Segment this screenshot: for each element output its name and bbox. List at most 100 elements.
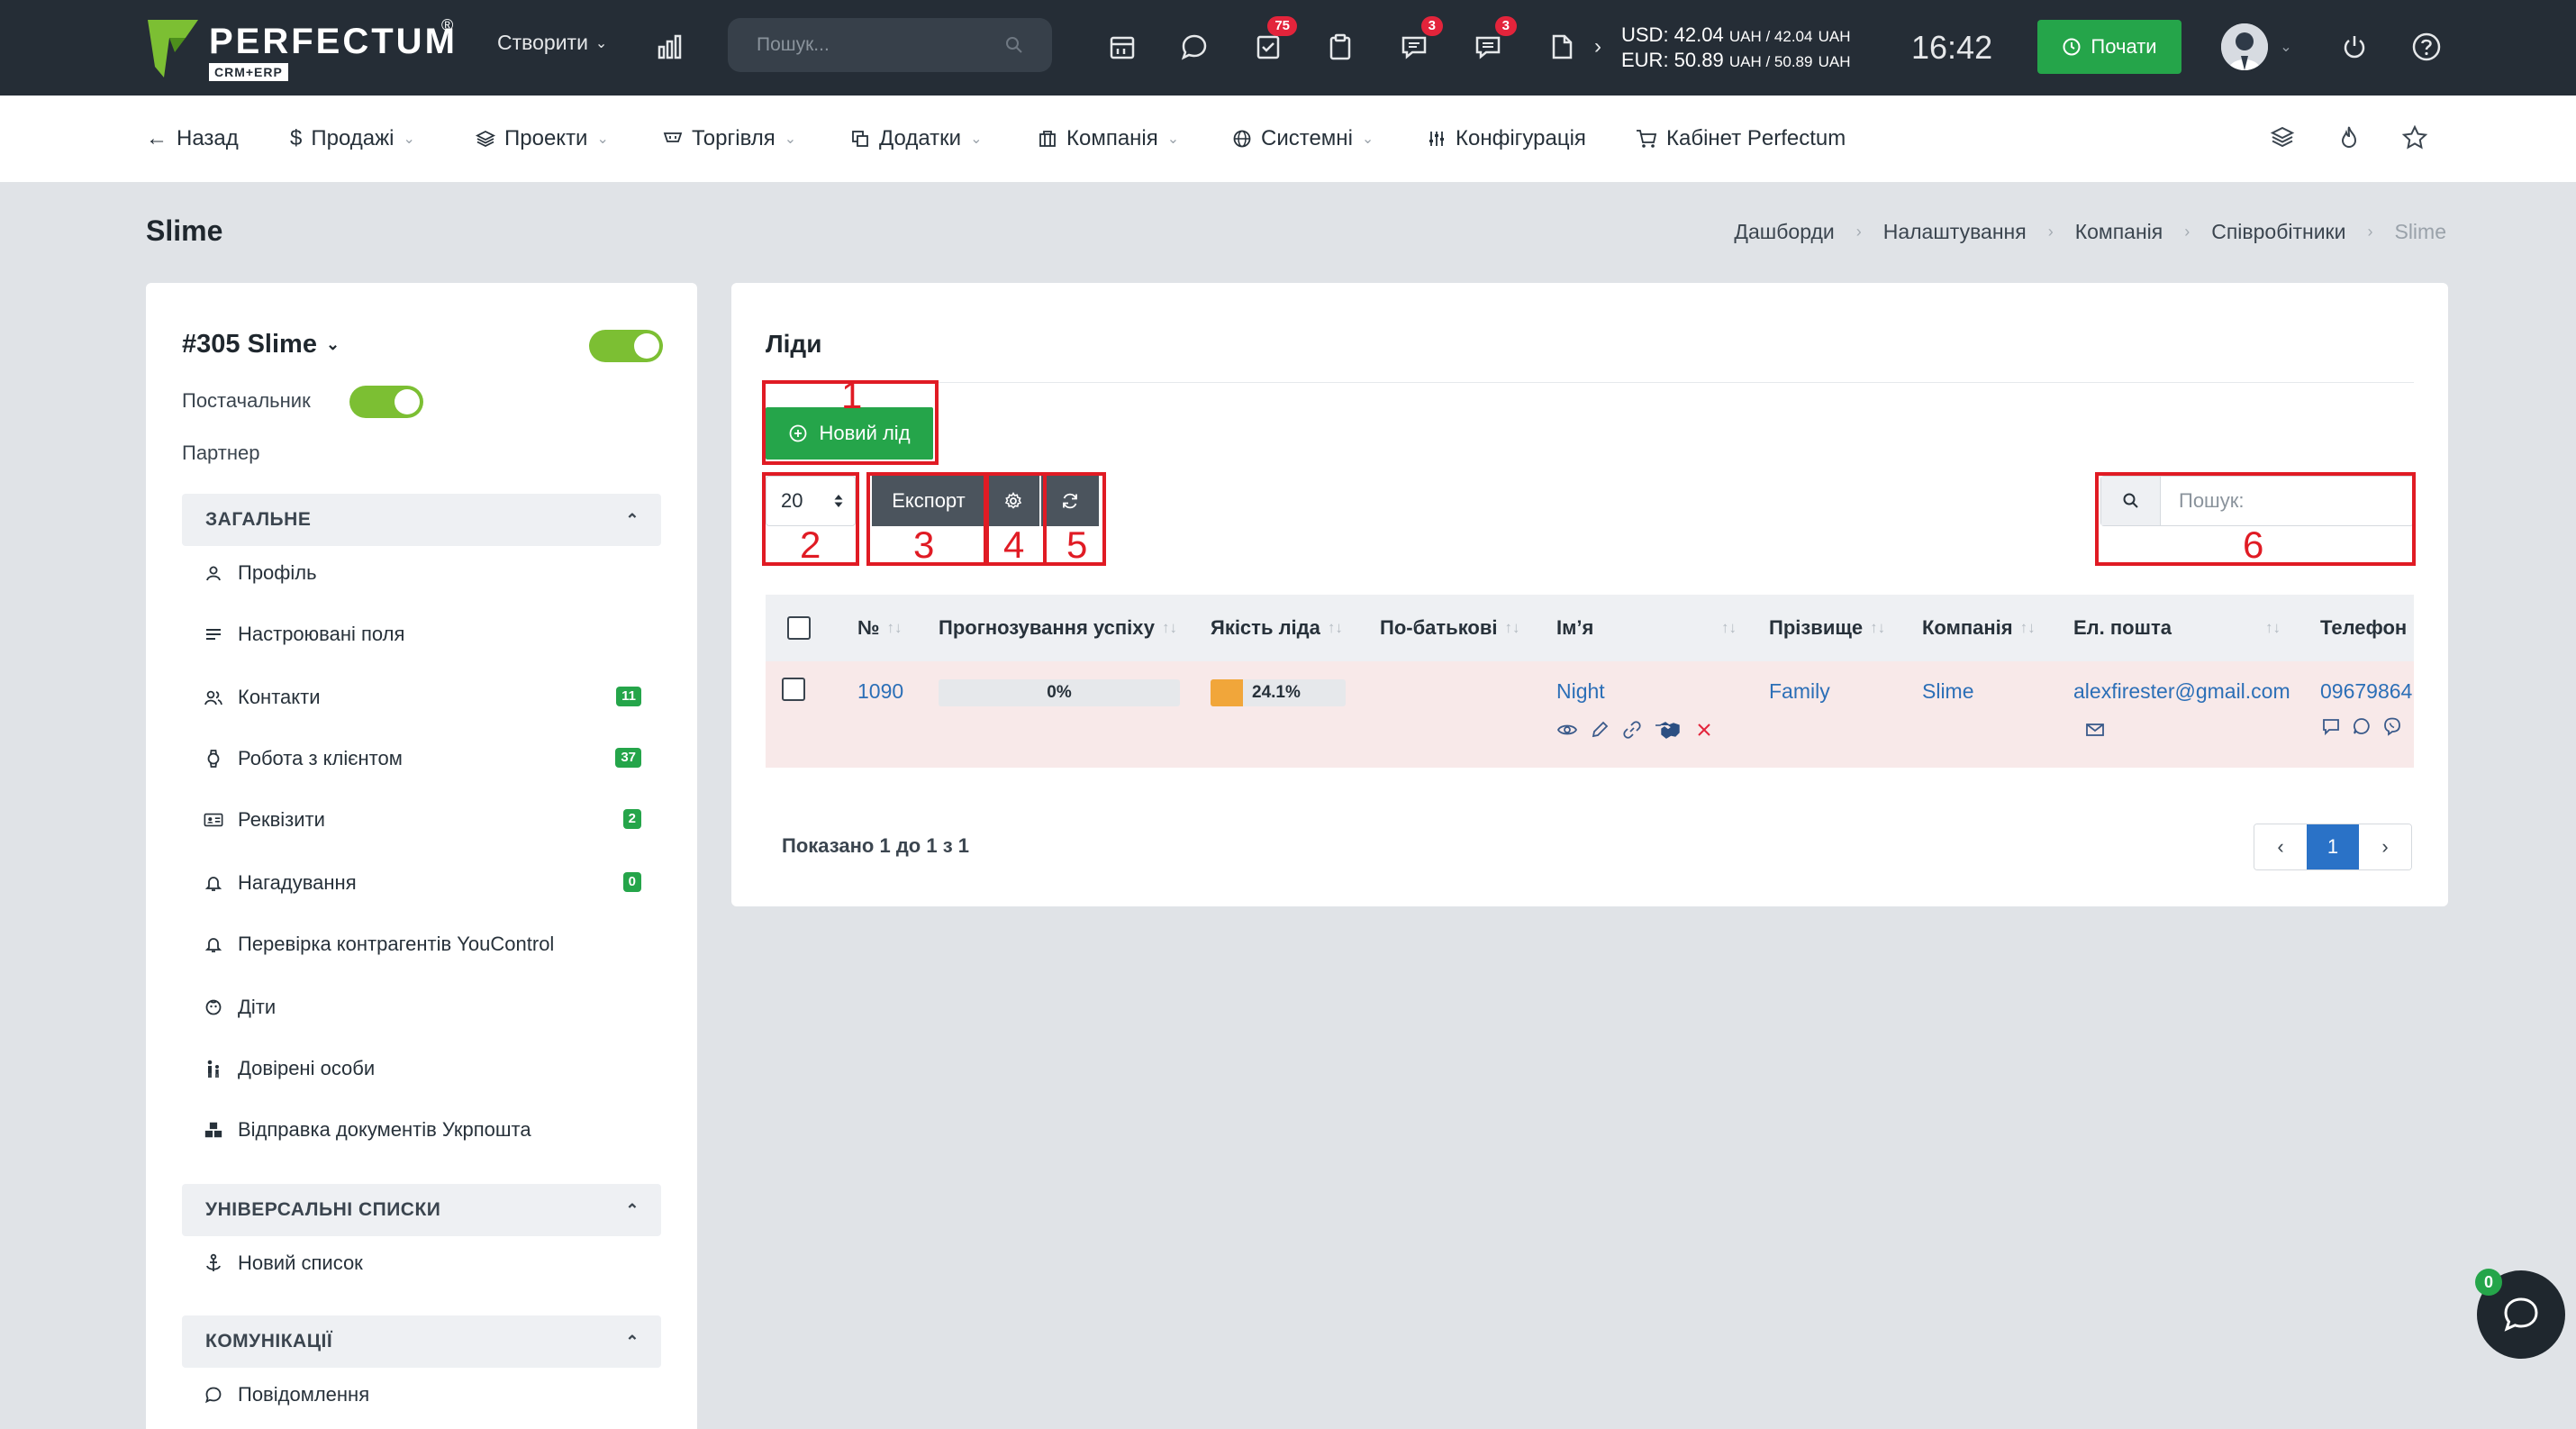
nav-sales[interactable]: $ Продажі ⌄ bbox=[290, 126, 415, 151]
nav-config[interactable]: Конфігурація bbox=[1427, 126, 1586, 151]
tasks-icon[interactable]: 75 bbox=[1250, 16, 1297, 65]
sidebar-item-new-list[interactable]: Новий список bbox=[204, 1245, 665, 1281]
nav-cabinet[interactable]: Кабінет Perfectum bbox=[1636, 126, 1846, 151]
row-checkbox[interactable] bbox=[782, 678, 805, 701]
pagination: ‹ 1 › bbox=[2254, 824, 2412, 870]
usd-rate-tail: UAH / 42.04 bbox=[1728, 28, 1813, 45]
fire-icon[interactable] bbox=[2336, 124, 2365, 153]
support-chat-button[interactable]: 0 bbox=[2475, 1269, 2565, 1359]
column-label: Компанія bbox=[1922, 616, 2013, 639]
layers-icon[interactable] bbox=[2270, 124, 2299, 153]
employee-active-toggle[interactable] bbox=[589, 330, 663, 362]
column-email[interactable]: Ел. пошта ↑↓ bbox=[2073, 616, 2281, 640]
leads-search-input[interactable]: Пошук: bbox=[2100, 476, 2414, 526]
nav-addons[interactable]: Додатки ⌄ bbox=[850, 126, 982, 151]
requisites-count-badge: 2 bbox=[622, 809, 641, 829]
breadcrumb-employees[interactable]: Співробітники bbox=[2211, 220, 2345, 244]
internal-chat-icon[interactable]: 3 bbox=[1470, 16, 1517, 65]
create-menu-button[interactable]: Створити ⌄ bbox=[497, 31, 607, 55]
employee-name-dropdown[interactable]: #305 Slime ⌄ bbox=[182, 330, 340, 360]
sms-icon[interactable] bbox=[2320, 715, 2342, 737]
sidebar-item-requisites[interactable]: Реквізити 2 bbox=[204, 802, 665, 838]
lead-company[interactable]: Slime bbox=[1922, 679, 1974, 704]
sidebar-item-custom-fields[interactable]: Настроювані поля bbox=[204, 616, 665, 652]
column-forecast[interactable]: Прогнозування успіху ↑↓ bbox=[939, 616, 1177, 640]
sidebar-item-reminders[interactable]: Нагадування 0 bbox=[204, 865, 665, 901]
divider bbox=[766, 382, 2414, 383]
column-settings-button[interactable] bbox=[987, 476, 1039, 526]
link-icon[interactable] bbox=[1621, 719, 1643, 741]
sidebar-item-messages[interactable]: Повідомлення bbox=[204, 1377, 665, 1413]
nav-back[interactable]: ← Назад bbox=[146, 126, 239, 151]
sidebar-item-profile[interactable]: Профіль bbox=[204, 555, 665, 591]
chevron-down-icon: ⌄ bbox=[594, 35, 608, 51]
messages-icon[interactable]: 3 bbox=[1396, 16, 1443, 65]
sidebar-item-label: Робота з клієнтом bbox=[238, 747, 403, 769]
sidebar-item-youcontrol[interactable]: Перевірка контрагентів YouControl bbox=[204, 926, 665, 962]
column-last-name[interactable]: Прізвище ↑↓ bbox=[1769, 616, 1885, 640]
chevron-down-icon[interactable]: ⌄ bbox=[2275, 29, 2297, 65]
chevron-right-icon[interactable]: › bbox=[1587, 29, 1609, 65]
help-icon[interactable] bbox=[2408, 29, 2444, 65]
nav-system[interactable]: Системні ⌄ bbox=[1232, 126, 1374, 151]
column-quality[interactable]: Якість ліда ↑↓ bbox=[1211, 616, 1343, 640]
column-first-name[interactable]: Ім’я ↑↓ bbox=[1556, 616, 1737, 640]
power-icon[interactable] bbox=[2336, 29, 2372, 65]
brand-logo[interactable]: PERFECTUM ® CRM+ERP bbox=[144, 16, 459, 81]
sidebar-item-ukrposhta[interactable]: Відправка документів Укрпошта bbox=[204, 1112, 665, 1148]
sidebar-item-contacts[interactable]: Контакти 11 bbox=[204, 679, 665, 715]
breadcrumb-dashboards[interactable]: Дашборди bbox=[1734, 220, 1834, 244]
sidebar-item-client-work[interactable]: Робота з клієнтом 37 bbox=[204, 741, 665, 777]
whatsapp-icon[interactable] bbox=[2351, 715, 2372, 737]
column-company[interactable]: Компанія ↑↓ bbox=[1922, 616, 2036, 640]
column-number[interactable]: № ↑↓ bbox=[857, 616, 903, 640]
section-general[interactable]: ЗАГАЛЬНЕ ⌃ bbox=[182, 494, 661, 546]
nav-company[interactable]: Компанія ⌄ bbox=[1038, 126, 1179, 151]
calendar-icon[interactable] bbox=[1104, 29, 1140, 65]
column-phone[interactable]: Телефон bbox=[2320, 616, 2407, 640]
logo-mark-icon bbox=[148, 20, 198, 77]
breadcrumb-company[interactable]: Компанія bbox=[2075, 220, 2163, 244]
section-universal-lists[interactable]: УНІВЕРСАЛЬНІ СПИСКИ ⌃ bbox=[182, 1184, 661, 1236]
lead-last-name[interactable]: Family bbox=[1769, 679, 1830, 704]
pagination-page[interactable]: 1 bbox=[2307, 824, 2359, 869]
nav-trade[interactable]: Торгівля ⌄ bbox=[663, 126, 796, 151]
lead-first-name[interactable]: Night bbox=[1556, 679, 1605, 704]
eye-icon[interactable] bbox=[1556, 719, 1578, 741]
clipboard-icon[interactable] bbox=[1322, 29, 1358, 65]
pagination-next[interactable]: › bbox=[2359, 824, 2411, 869]
section-communications[interactable]: КОМУНІКАЦІЇ ⌃ bbox=[182, 1315, 661, 1368]
start-work-button[interactable]: Почати bbox=[2037, 20, 2181, 74]
chat-bubble-icon[interactable] bbox=[1176, 29, 1212, 65]
handshake-icon[interactable] bbox=[1654, 719, 1683, 741]
page-size-value: 20 bbox=[781, 489, 803, 512]
global-search-input[interactable]: Пошук... bbox=[728, 18, 1052, 72]
lead-phone[interactable]: 09679864 bbox=[2320, 679, 2412, 704]
breadcrumb-separator-icon: › bbox=[2367, 223, 2373, 241]
edit-icon[interactable] bbox=[1589, 719, 1610, 741]
sidebar-item-trusted-persons[interactable]: Довірені особи bbox=[204, 1051, 665, 1087]
lead-id[interactable]: 1090 bbox=[857, 679, 903, 704]
breadcrumb-settings[interactable]: Налаштування bbox=[1883, 220, 2027, 244]
column-middle-name[interactable]: По-батькові ↑↓ bbox=[1380, 616, 1520, 640]
mail-icon[interactable] bbox=[2084, 719, 2106, 741]
avatar[interactable] bbox=[2221, 23, 2268, 70]
page-size-select[interactable]: 20 bbox=[766, 476, 856, 526]
pagination-prev[interactable]: ‹ bbox=[2254, 824, 2307, 869]
refresh-button[interactable] bbox=[1041, 476, 1099, 526]
section-general-title: ЗАГАЛЬНЕ bbox=[205, 509, 312, 530]
sidebar-item-children[interactable]: Діти bbox=[204, 989, 665, 1025]
select-all-checkbox[interactable] bbox=[787, 616, 811, 640]
nav-projects[interactable]: Проекти ⌄ bbox=[476, 126, 609, 151]
annotation-number-1: 1 bbox=[841, 374, 863, 416]
document-icon[interactable] bbox=[1544, 29, 1580, 65]
leads-title: Ліди bbox=[766, 330, 822, 358]
supplier-toggle[interactable] bbox=[349, 386, 423, 418]
viber-icon[interactable] bbox=[2381, 715, 2403, 737]
close-icon[interactable] bbox=[1693, 719, 1715, 741]
stats-icon[interactable] bbox=[652, 29, 688, 65]
table-row[interactable]: 1090 0% 24.1% Night Family Slime alexfir… bbox=[766, 661, 2414, 768]
lead-email[interactable]: alexfirester@gmail.com bbox=[2073, 679, 2290, 704]
export-button[interactable]: Експорт bbox=[872, 476, 985, 526]
star-icon[interactable] bbox=[2401, 124, 2430, 153]
